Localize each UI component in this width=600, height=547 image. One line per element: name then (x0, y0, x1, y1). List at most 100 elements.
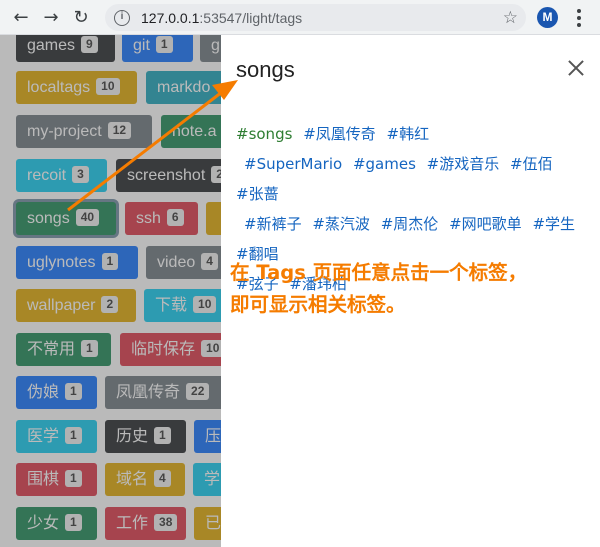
tag-item[interactable]: recoit 3 (16, 159, 107, 192)
tag-list: games 9 git 1 g localtags 10 markdo my-proj… (0, 35, 221, 547)
tag-count: 1 (154, 427, 171, 444)
tag-label: git (133, 37, 150, 54)
tag-count: 10 (201, 340, 221, 357)
tag-label: 压 (205, 428, 221, 445)
tag-item[interactable]: 伪娘 1 (16, 376, 97, 409)
tag-item[interactable]: my-project 12 (16, 115, 152, 148)
tag-label: 历史 (116, 428, 149, 445)
back-arrow-icon[interactable]: ← (6, 2, 36, 32)
site-info-icon[interactable]: i (114, 9, 130, 26)
related-tag[interactable]: #凤凰传奇 (303, 125, 376, 143)
tag-label: 域名 (116, 471, 149, 488)
tag-label: 伪娘 (27, 384, 60, 401)
tag-label: uglynotes (27, 254, 96, 271)
annotation-line-2: 即可显示相关标签。 (230, 293, 406, 316)
tag-count: 1 (65, 427, 82, 444)
address-bar[interactable]: i 127.0.0.1:53547/light/tags ☆ (105, 4, 526, 31)
related-tag[interactable]: #张蔷 (236, 185, 279, 203)
tag-count: 10 (193, 296, 217, 313)
tag-item[interactable]: 围棋 1 (16, 463, 97, 496)
annotation-line-1: 在 Tags 页面任意点击一个标签， (230, 261, 528, 284)
tag-item[interactable]: 医学 1 (16, 420, 97, 453)
tag-item[interactable]: git 1 (122, 35, 193, 62)
tag-item[interactable]: games 9 (16, 35, 115, 62)
tag-item[interactable]: localtags 10 (16, 71, 137, 104)
tag-item[interactable]: video 4 (146, 246, 221, 279)
url-host: 127.0.0.1 (141, 9, 200, 26)
tag-item[interactable]: 已 (194, 507, 221, 540)
tag-item[interactable]: 工作 38 (105, 507, 186, 540)
tag-item[interactable]: 域名 4 (105, 463, 185, 496)
tag-count: 9 (81, 36, 98, 53)
tag-label: markdo (157, 79, 211, 96)
related-tag[interactable]: #韩红 (387, 125, 430, 143)
related-tag[interactable]: #SuperMario (244, 155, 342, 173)
tag-item-songs[interactable]: songs 40 (16, 202, 116, 235)
tag-label: video (157, 254, 196, 271)
tag-count: 3 (72, 166, 89, 183)
related-tag[interactable]: #蒸汽波 (312, 215, 370, 233)
tag-item[interactable]: 凤凰传奇 22 (105, 376, 221, 409)
url-path: :53547/light/tags (199, 9, 303, 26)
browser-menu-icon[interactable] (569, 6, 589, 30)
tag-item[interactable] (206, 202, 221, 235)
related-tag[interactable]: #游戏音乐 (427, 155, 500, 173)
tag-count: 22 (186, 383, 210, 400)
tag-detail-drawer: songs #songs #凤凰传奇 #韩红 #SuperMario #game… (221, 35, 600, 547)
related-tag[interactable]: #周杰伦 (381, 215, 439, 233)
tag-count: 38 (154, 514, 178, 531)
tag-label: g (211, 37, 220, 54)
tag-item[interactable]: 学 (193, 463, 221, 496)
related-tag-current[interactable]: #songs (236, 125, 292, 143)
tag-count: 12 (107, 122, 132, 139)
tag-label: ssh (136, 210, 161, 227)
forward-arrow-icon[interactable]: → (36, 2, 66, 32)
tag-item[interactable]: 不常用 1 (16, 333, 111, 366)
tag-item[interactable]: 临时保存 10 (120, 333, 221, 366)
bookmark-star-icon[interactable]: ☆ (503, 8, 518, 28)
tag-item[interactable]: uglynotes 1 (16, 246, 138, 279)
tag-label: 医学 (27, 428, 60, 445)
url-text: 127.0.0.1:53547/light/tags (141, 10, 302, 26)
tag-item[interactable]: 下载 10 (144, 289, 221, 322)
related-tag[interactable]: #新裤子 (244, 215, 302, 233)
tag-item[interactable]: markdo (146, 71, 221, 104)
reload-icon[interactable]: ↻ (66, 2, 96, 32)
tag-count: 1 (65, 383, 82, 400)
tag-label: 少女 (27, 515, 60, 532)
tag-count: 10 (96, 78, 120, 95)
tag-count: 1 (81, 340, 98, 357)
tag-label: localtags (27, 79, 91, 96)
annotation-note: 在 Tags 页面任意点击一个标签， 即可显示相关标签。 (230, 257, 600, 321)
tag-count: 4 (154, 470, 171, 487)
tag-label: 已 (205, 515, 221, 532)
tag-count: 4 (201, 253, 218, 270)
drawer-title: songs (236, 57, 295, 82)
tag-label: screenshot (127, 167, 206, 184)
close-icon[interactable] (565, 57, 587, 79)
related-tag[interactable]: #学生 (532, 215, 575, 233)
tag-label: 学 (204, 471, 221, 488)
related-tag[interactable]: #games (353, 155, 416, 173)
tag-count: 6 (166, 209, 184, 226)
related-tag[interactable]: #网吧歌单 (449, 215, 522, 233)
related-tag[interactable]: #伍佰 (510, 155, 553, 173)
tag-label: songs (27, 210, 70, 227)
tag-item[interactable]: 压 (194, 420, 221, 453)
tag-item[interactable]: 历史 1 (105, 420, 186, 453)
tag-item[interactable]: wallpaper 2 (16, 289, 136, 322)
tag-label: my-project (27, 123, 102, 140)
tag-count: 1 (65, 470, 82, 487)
tag-item[interactable]: 少女 1 (16, 507, 97, 540)
tag-item[interactable]: g (200, 35, 221, 62)
tag-item[interactable]: screenshot 2 (116, 159, 221, 192)
tag-count: 1 (101, 253, 119, 270)
tag-item[interactable]: ssh 6 (125, 202, 198, 235)
tag-count: 40 (75, 209, 100, 226)
tag-item[interactable]: note.a (161, 115, 221, 148)
tag-label: 下载 (155, 297, 188, 314)
profile-avatar[interactable]: M (537, 7, 558, 28)
tag-count: 1 (155, 36, 173, 53)
browser-toolbar: ← → ↻ i 127.0.0.1:53547/light/tags ☆ M (0, 0, 600, 35)
tag-count: 1 (65, 514, 82, 531)
